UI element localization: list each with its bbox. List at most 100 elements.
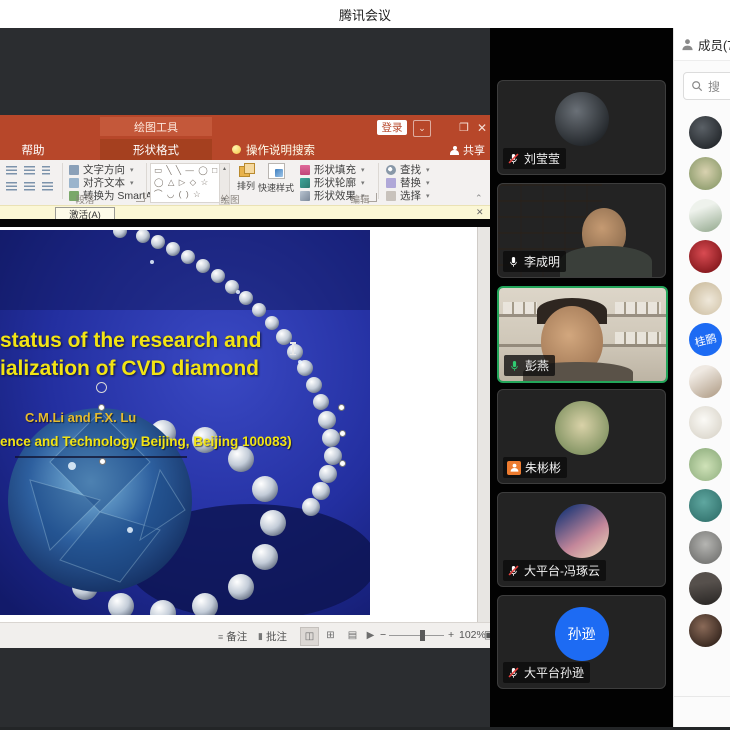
member-avatar[interactable]: [689, 448, 722, 481]
slide-title-line2[interactable]: ialization of CVD diamond: [0, 357, 360, 381]
align-center-icon[interactable]: [24, 182, 35, 191]
video-tile-strip: 刘莹莹 李成明 彭燕: [490, 28, 673, 730]
avatar-text: 孙逊: [568, 624, 596, 644]
participant-badge: 刘莹莹: [503, 148, 566, 169]
member-avatar[interactable]: [689, 614, 722, 647]
ribbon: 文字方向 对齐文本 转换为 SmartArt 段落 ▭ ╲ ╲ — ◯ □ ◯ …: [0, 160, 490, 206]
zoom-slider-thumb[interactable]: [420, 630, 425, 641]
member-avatar[interactable]: [689, 116, 722, 149]
search-placeholder: 搜: [708, 78, 720, 95]
share-button[interactable]: 共享: [450, 141, 485, 159]
participant-badge: 大平台-冯琢云: [503, 560, 606, 581]
slide-title-line1[interactable]: status of the research and: [0, 329, 360, 353]
scroll-up-icon[interactable]: ▴: [223, 165, 226, 172]
video-tile[interactable]: 大平台-冯琢云: [497, 492, 666, 587]
bullet-list-icon[interactable]: [6, 166, 17, 175]
participant-badge: 李成明: [503, 251, 566, 272]
video-tile-active-speaker[interactable]: 彭燕: [497, 286, 668, 383]
avatar-text: 桂鹏: [693, 329, 718, 350]
rotate-handle[interactable]: [96, 382, 107, 393]
contextual-tab-drawing-tools[interactable]: 绘图工具: [100, 117, 212, 136]
member-avatar[interactable]: [689, 406, 722, 439]
zoom-level[interactable]: 102%: [459, 629, 486, 641]
lightbulb-icon: [232, 145, 241, 154]
shared-screen-region: 绘图工具 帮助 形状格式 操作说明搜索 登录 ⌄ ❐ ✕ 共享: [0, 28, 490, 730]
notes-icon: ≡: [218, 632, 223, 642]
selection-handle[interactable]: [99, 458, 106, 465]
video-tile[interactable]: 朱彬彬: [497, 389, 666, 484]
powerpoint-window: 绘图工具 帮助 形状格式 操作说明搜索 登录 ⌄ ❐ ✕ 共享: [0, 115, 490, 648]
avatar: [555, 504, 609, 558]
slide-authors[interactable]: C.M.Li and F.X. Lu: [25, 410, 136, 425]
member-avatar[interactable]: [689, 489, 722, 522]
mic-muted-icon: [507, 152, 520, 165]
group-label-paragraph: 段落: [55, 192, 115, 206]
panel-divider: [674, 696, 730, 697]
selection-handle[interactable]: [338, 404, 345, 411]
member-avatar[interactable]: [689, 282, 722, 315]
member-avatar[interactable]: [689, 157, 722, 190]
participant-badge: 大平台孙逊: [503, 662, 590, 683]
view-normal-button[interactable]: ◫: [300, 627, 319, 646]
text-direction-icon: [69, 165, 79, 175]
close-window-icon[interactable]: ✕: [474, 120, 490, 135]
collapse-ribbon-icon[interactable]: ⌃: [475, 193, 483, 204]
ppt-titlebar: 绘图工具 帮助 形状格式 操作说明搜索 登录 ⌄ ❐ ✕ 共享: [0, 115, 490, 160]
member-avatar[interactable]: [689, 365, 722, 398]
selection-handle[interactable]: [339, 430, 346, 437]
comments-toggle[interactable]: ▮ 批注: [258, 629, 287, 644]
zoom-slider[interactable]: [389, 635, 444, 636]
member-avatar[interactable]: [689, 199, 722, 232]
member-avatar-text[interactable]: 桂鹏: [685, 319, 725, 359]
notes-label: 备注: [226, 629, 247, 644]
restore-window-icon[interactable]: ❐: [456, 120, 472, 135]
person-icon: [450, 146, 459, 155]
video-tile[interactable]: 孙逊 大平台孙逊: [497, 595, 666, 689]
ribbon-display-options-icon[interactable]: ⌄: [413, 120, 431, 137]
mic-muted-icon: [507, 666, 520, 679]
notes-toggle[interactable]: ≡ 备注: [218, 629, 247, 644]
mic-on-icon: [507, 255, 520, 268]
video-tile[interactable]: 李成明: [497, 183, 666, 278]
video-tile[interactable]: 刘莹莹: [497, 80, 666, 175]
avatar: [555, 401, 609, 455]
slide-image[interactable]: status of the research and ialization of…: [0, 230, 370, 615]
shapes-row: ◯ △ ▷ ◇ ☆: [154, 176, 222, 188]
ribbon-tab-row: 帮助 形状格式 操作说明搜索: [0, 139, 490, 160]
align-text-icon: [69, 178, 79, 188]
slide-affiliation[interactable]: ence and Technology Beijing, Beijing 100…: [0, 434, 292, 449]
zoom-out-button[interactable]: −: [380, 629, 386, 641]
member-avatar[interactable]: [689, 531, 722, 564]
ppt-statusbar: ≡ 备注 ▮ 批注 ◫ ⊞ ▤ ▶ − + 102% ▣: [0, 622, 490, 648]
mic-muted-icon: [507, 564, 520, 577]
quick-styles-button[interactable]: 快速样式: [256, 163, 296, 203]
select-button[interactable]: 选择: [386, 189, 430, 202]
meeting-app-title: 腾讯会议: [339, 5, 391, 24]
numbered-list-icon[interactable]: [24, 166, 35, 175]
close-notice-icon[interactable]: ✕: [476, 207, 484, 218]
align-left-icon[interactable]: [6, 182, 17, 191]
member-search-box[interactable]: 搜: [683, 72, 730, 100]
member-avatar[interactable]: [689, 572, 722, 605]
tab-help[interactable]: 帮助: [14, 139, 52, 160]
member-avatar[interactable]: [689, 240, 722, 273]
arrange-label: 排列: [237, 179, 255, 192]
participant-badge: 彭燕: [504, 355, 555, 376]
participant-name: 大平台孙逊: [524, 664, 584, 681]
select-label: 选择: [400, 188, 421, 203]
participant-badge: 朱彬彬: [503, 457, 567, 478]
tab-shape-format[interactable]: 形状格式: [100, 139, 212, 160]
view-slideshow-button[interactable]: ▶: [362, 627, 379, 644]
search-icon: [691, 80, 703, 92]
tell-me-search[interactable]: 操作说明搜索: [232, 139, 315, 160]
view-sorter-button[interactable]: ⊞: [322, 627, 339, 644]
selection-handle[interactable]: [339, 460, 346, 467]
comments-icon: ▮: [258, 631, 263, 642]
signin-button[interactable]: 登录: [377, 120, 407, 135]
view-reading-button[interactable]: ▤: [344, 627, 361, 644]
paragraph-dialog-launcher[interactable]: [136, 193, 145, 202]
columns-icon[interactable]: [42, 182, 53, 191]
indent-icon[interactable]: [42, 166, 50, 175]
zoom-in-button[interactable]: +: [448, 629, 454, 641]
selection-handle[interactable]: [98, 404, 105, 411]
